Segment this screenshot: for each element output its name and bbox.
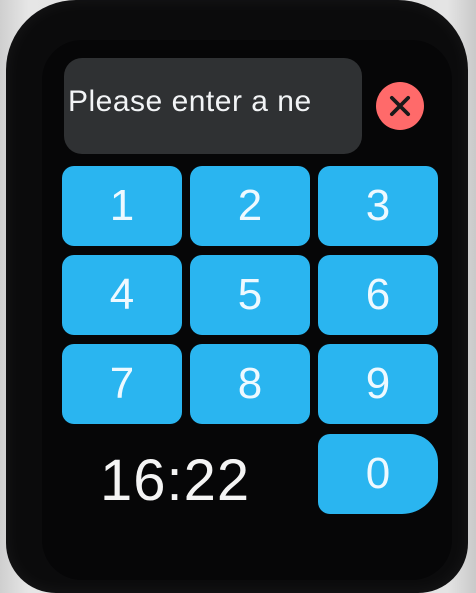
close-button[interactable]: [376, 82, 424, 130]
key-6[interactable]: 6: [318, 255, 438, 335]
key-9[interactable]: 9: [318, 344, 438, 424]
close-icon: [389, 95, 411, 117]
clock-time: 16:22: [100, 448, 251, 513]
key-5[interactable]: 5: [190, 255, 310, 335]
key-7[interactable]: 7: [62, 344, 182, 424]
key-3[interactable]: 3: [318, 166, 438, 246]
prompt-text: Please enter a ne: [68, 85, 312, 118]
key-2[interactable]: 2: [190, 166, 310, 246]
key-4[interactable]: 4: [62, 255, 182, 335]
key-0[interactable]: 0: [318, 434, 438, 514]
key-1[interactable]: 1: [62, 166, 182, 246]
key-8[interactable]: 8: [190, 344, 310, 424]
